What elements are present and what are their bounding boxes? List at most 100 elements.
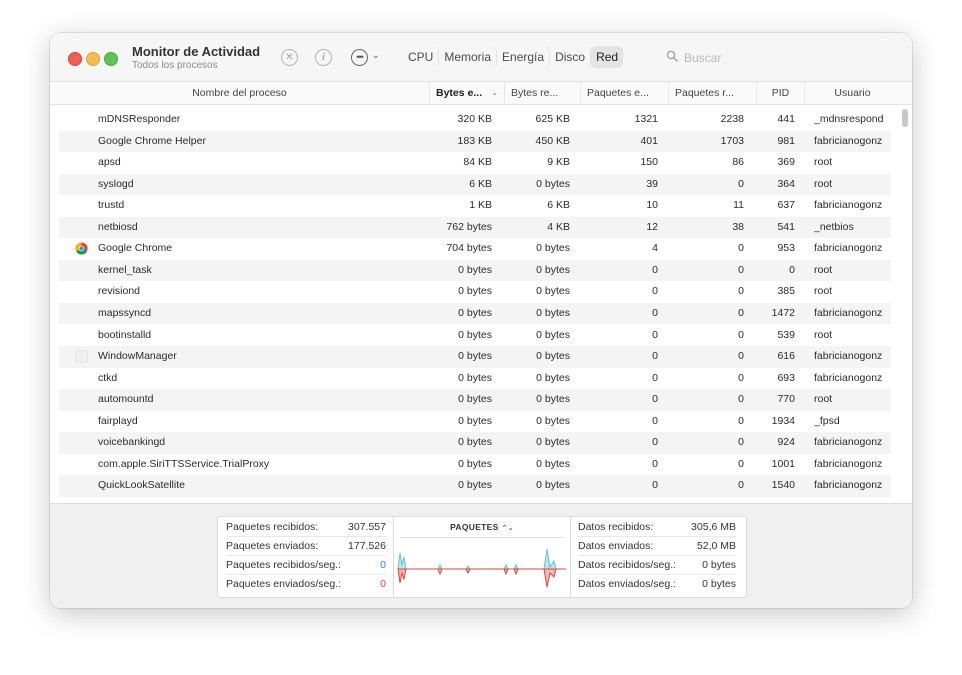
cell-packets-received: 0 (738, 479, 744, 492)
column-header-bytes-sent[interactable]: Bytes e... ⌄ (429, 82, 504, 104)
cell-packets-received: 1703 (720, 134, 744, 147)
table-row[interactable]: syslogd 6 KB 0 bytes 39 0 364 root (59, 173, 891, 196)
cell-pid: 770 (777, 393, 795, 406)
more-actions-icon[interactable]: ••• (351, 49, 368, 66)
table-row[interactable]: Google Chrome Helper 183 KB 450 KB 401 1703 9… (59, 130, 891, 153)
minimize-window-button[interactable] (86, 52, 100, 66)
column-header-user[interactable]: Usuario (804, 82, 900, 104)
cell-packets-received: 0 (738, 263, 744, 276)
cell-user: root (814, 156, 833, 169)
column-header-pid[interactable]: PID (756, 82, 804, 104)
cell-pid: 616 (777, 350, 795, 363)
tab-energia[interactable]: Energía (497, 46, 551, 68)
cell-bytes-sent: 0 bytes (458, 457, 492, 470)
column-header-packets-sent[interactable]: Paquetes e... (580, 82, 668, 104)
table-row[interactable]: fairplayd 0 bytes 0 bytes 0 0 1934 _fpsd (59, 411, 891, 433)
stat-label: Datos recibidos/seg.: (578, 559, 677, 571)
zoom-window-button[interactable] (104, 52, 118, 66)
scrollbar-thumb[interactable] (902, 109, 908, 127)
cell-bytes-received: 9 KB (547, 156, 570, 169)
table-row[interactable]: mDNSResponder 320 KB 625 KB 1321 2238 441 _mdn… (59, 109, 891, 131)
cell-bytes-sent: 0 bytes (458, 328, 492, 341)
chevron-down-icon[interactable]: ⌄ (372, 50, 380, 61)
tab-red[interactable]: Red (591, 46, 624, 68)
column-header-packets-received[interactable]: Paquetes r... (668, 82, 756, 104)
stat-value: 0 bytes (702, 559, 736, 571)
search-input[interactable] (682, 48, 886, 68)
tab-memoria[interactable]: Memoria (439, 46, 498, 68)
cell-packets-received: 2238 (720, 113, 744, 125)
cell-bytes-received: 0 bytes (536, 479, 570, 492)
cell-bytes-sent: 0 bytes (458, 263, 492, 276)
column-header-label: Bytes e... (436, 87, 483, 99)
table-row[interactable]: Google Chrome 704 bytes 0 bytes 4 0 953 fabric… (59, 238, 891, 260)
cell-bytes-received: 6 KB (547, 199, 570, 212)
stat-packets-sent: Paquetes enviados: 177.526 (226, 537, 386, 556)
info-icon[interactable]: i (315, 49, 332, 66)
cell-pid: 1540 (771, 479, 795, 492)
cell-packets-sent: 0 (652, 457, 658, 470)
cell-process-name: trustd (98, 199, 125, 212)
cell-user: fabricianogonz (814, 479, 883, 492)
cell-pid: 1001 (771, 457, 795, 470)
cell-packets-sent: 0 (652, 414, 658, 427)
table-row[interactable]: mapssyncd 0 bytes 0 bytes 0 0 1472 fabricianog… (59, 302, 891, 325)
cell-process-name: revisiond (98, 285, 141, 298)
cell-bytes-sent: 0 bytes (458, 285, 492, 298)
app-subtitle[interactable]: Todos los procesos (132, 60, 218, 71)
table-row[interactable]: netbiosd 762 bytes 4 KB 12 38 541 _netbios (59, 216, 891, 239)
stat-label: Paquetes recibidos/seg.: (226, 559, 341, 571)
tab-cpu[interactable]: CPU (403, 46, 440, 68)
chrome-icon (75, 242, 88, 255)
cell-bytes-received: 0 bytes (536, 306, 570, 319)
column-header-process-name[interactable]: Nombre del proceso (50, 82, 429, 104)
cell-bytes-sent: 0 bytes (458, 371, 492, 384)
cell-user: _mdnsrespond (814, 113, 884, 125)
cell-user: fabricianogonz (814, 199, 883, 212)
cell-pid: 693 (777, 371, 795, 384)
table-row[interactable]: voicebankingd 0 bytes 0 bytes 0 0 924 fabricia… (59, 432, 891, 454)
table-scrollbar[interactable] (901, 107, 910, 503)
column-header-bytes-received[interactable]: Bytes re... (504, 82, 580, 104)
column-header-label: Paquetes e... (587, 87, 649, 99)
table-header: Nombre del proceso Bytes e... ⌄ Bytes re.… (50, 82, 912, 105)
tab-disco[interactable]: Disco (550, 46, 592, 68)
table-row[interactable]: WindowManager 0 bytes 0 bytes 0 0 616 fabricia… (59, 346, 891, 368)
table-row[interactable]: apsd 84 KB 9 KB 150 86 369 root (59, 152, 891, 174)
cell-pid: 385 (777, 285, 795, 298)
stat-value: 0 (380, 578, 386, 590)
cell-packets-sent: 0 (652, 263, 658, 276)
cell-packets-sent: 401 (640, 134, 658, 147)
table-row[interactable]: bootinstalld 0 bytes 0 bytes 0 0 539 root (59, 325, 891, 347)
table-row[interactable]: automountd 0 bytes 0 bytes 0 0 770 root (59, 389, 891, 411)
cell-bytes-received: 4 KB (547, 220, 570, 233)
table-row[interactable]: ctkd 0 bytes 0 bytes 0 0 693 fabricianogonz (59, 368, 891, 390)
table-row[interactable]: kernel_task 0 bytes 0 bytes 0 0 0 root (59, 259, 891, 282)
cell-bytes-sent: 183 KB (457, 134, 492, 147)
cell-user: fabricianogonz (814, 306, 883, 319)
cell-bytes-received: 625 KB (535, 113, 570, 125)
cell-packets-sent: 0 (652, 371, 658, 384)
cell-user: fabricianogonz (814, 134, 883, 147)
cell-packets-received: 0 (738, 242, 744, 255)
cell-packets-sent: 0 (652, 479, 658, 492)
cell-bytes-sent: 84 KB (463, 156, 492, 169)
cell-pid: 0 (789, 263, 795, 276)
cell-pid: 637 (777, 199, 795, 212)
view-tabs: CPU Memoria Energía Disco Red (403, 46, 624, 68)
stat-label: Datos enviados: (578, 540, 654, 552)
table-row[interactable]: trustd 1 KB 6 KB 10 11 637 fabricianogonz (59, 195, 891, 217)
table-row[interactable]: revisiond 0 bytes 0 bytes 0 0 385 root (59, 281, 891, 303)
close-window-button[interactable] (68, 52, 82, 66)
cell-user: root (814, 285, 833, 298)
cell-packets-received: 0 (738, 393, 744, 406)
search-field[interactable] (660, 46, 900, 68)
table-row[interactable]: com.apple.SiriTTSService.TrialProxy 0 byt… (59, 454, 891, 476)
stat-data-sent: Datos enviados: 52,0 MB (578, 537, 736, 556)
cell-packets-sent: 0 (652, 436, 658, 449)
table-row[interactable]: QuickLookSatellite 0 bytes 0 bytes 0 0 1540 fa… (59, 475, 891, 497)
stop-process-icon[interactable]: ✕ (281, 49, 298, 66)
graph-title: PAQUETES (450, 522, 499, 532)
cell-packets-sent: 0 (652, 306, 658, 319)
graph-mode-selector[interactable]: PAQUETES ⌃⌄ (394, 522, 570, 532)
